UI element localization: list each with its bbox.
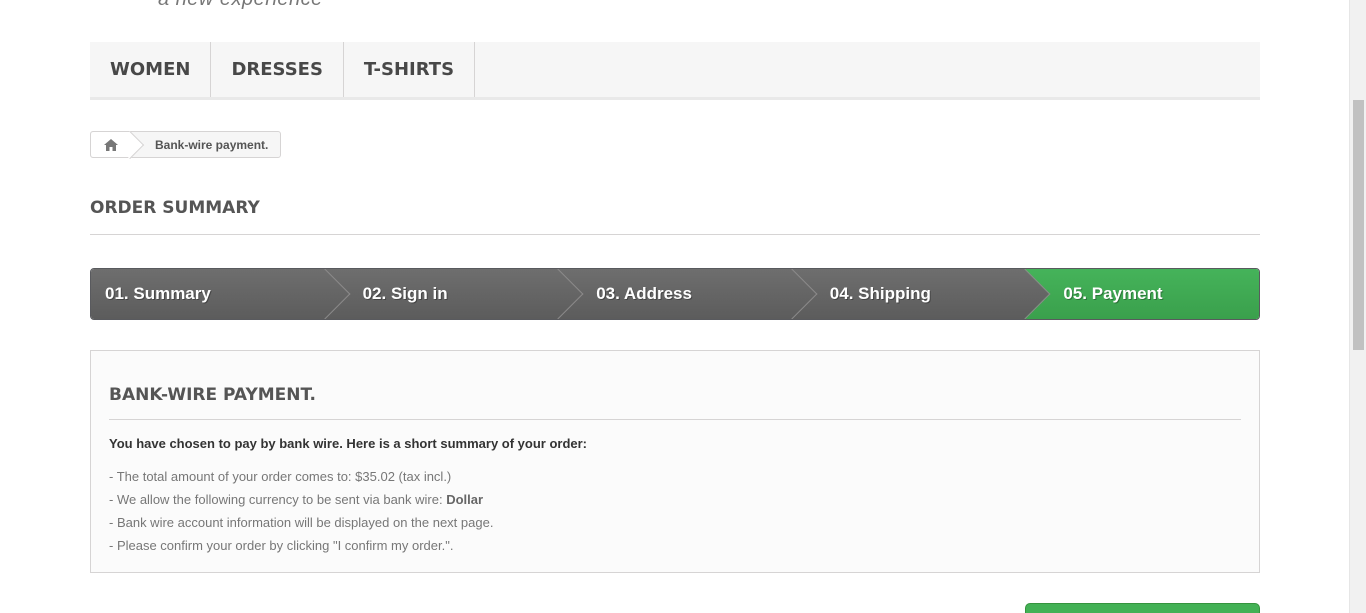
step-label: 02. Sign in: [362, 284, 448, 303]
page-title: Order summary: [90, 198, 1260, 235]
summary-total-prefix: - The total amount of your order comes t…: [109, 469, 356, 484]
payment-summary-box: Bank-wire payment. You have chosen to pa…: [90, 350, 1260, 573]
menu-item-t-shirts[interactable]: T-shirts: [344, 42, 476, 97]
summary-currency-value: Dollar: [446, 492, 484, 507]
order-steps: 01. Summary 02. Sign in 03. Address 04. …: [90, 268, 1260, 320]
summary-line-account: - Bank wire account information will be …: [109, 515, 494, 530]
step-label: 01. Summary: [105, 284, 211, 303]
summary-currency-prefix: - We allow the following currency to be …: [109, 492, 447, 507]
scrollbar-thumb[interactable]: [1353, 100, 1364, 350]
breadcrumb: Bank-wire payment.: [90, 131, 282, 158]
summary-line-currency: - We allow the following currency to be …: [109, 488, 1241, 511]
breadcrumb-home-link[interactable]: [91, 132, 131, 157]
step-address[interactable]: 03. Address: [558, 269, 818, 319]
summary-line-confirm: - Please confirm your order by clicking …: [109, 538, 454, 553]
top-menu: Women Dresses T-shirts: [90, 42, 1260, 100]
summary-total-suffix: (tax incl.): [394, 469, 452, 484]
payment-intro: You have chosen to pay by bank wire. Her…: [109, 436, 588, 451]
summary-line-total: - The total amount of your order comes t…: [109, 465, 1241, 488]
step-summary[interactable]: 01. Summary: [91, 269, 351, 319]
menu-item-women[interactable]: Women: [90, 42, 212, 97]
step-label: 05. Payment: [1063, 284, 1163, 303]
summary-total-amount: $35.02: [355, 469, 395, 484]
home-icon: [104, 138, 118, 151]
payment-summary-lines: - The total amount of your order comes t…: [109, 465, 1241, 557]
breadcrumb-current: Bank-wire payment.: [155, 137, 269, 152]
confirm-order-button[interactable]: [1025, 603, 1260, 613]
step-payment: 05. Payment: [1025, 269, 1259, 319]
header-tagline: a new experience: [158, 0, 323, 11]
menu-item-dresses[interactable]: Dresses: [211, 42, 344, 97]
step-label: 04. Shipping: [829, 284, 931, 303]
step-label: 03. Address: [596, 284, 692, 303]
page-scrollbar[interactable]: [1349, 0, 1366, 613]
step-sign-in[interactable]: 02. Sign in: [324, 269, 584, 319]
step-shipping[interactable]: 04. Shipping: [791, 269, 1051, 319]
payment-box-title: Bank-wire payment.: [109, 385, 1241, 420]
